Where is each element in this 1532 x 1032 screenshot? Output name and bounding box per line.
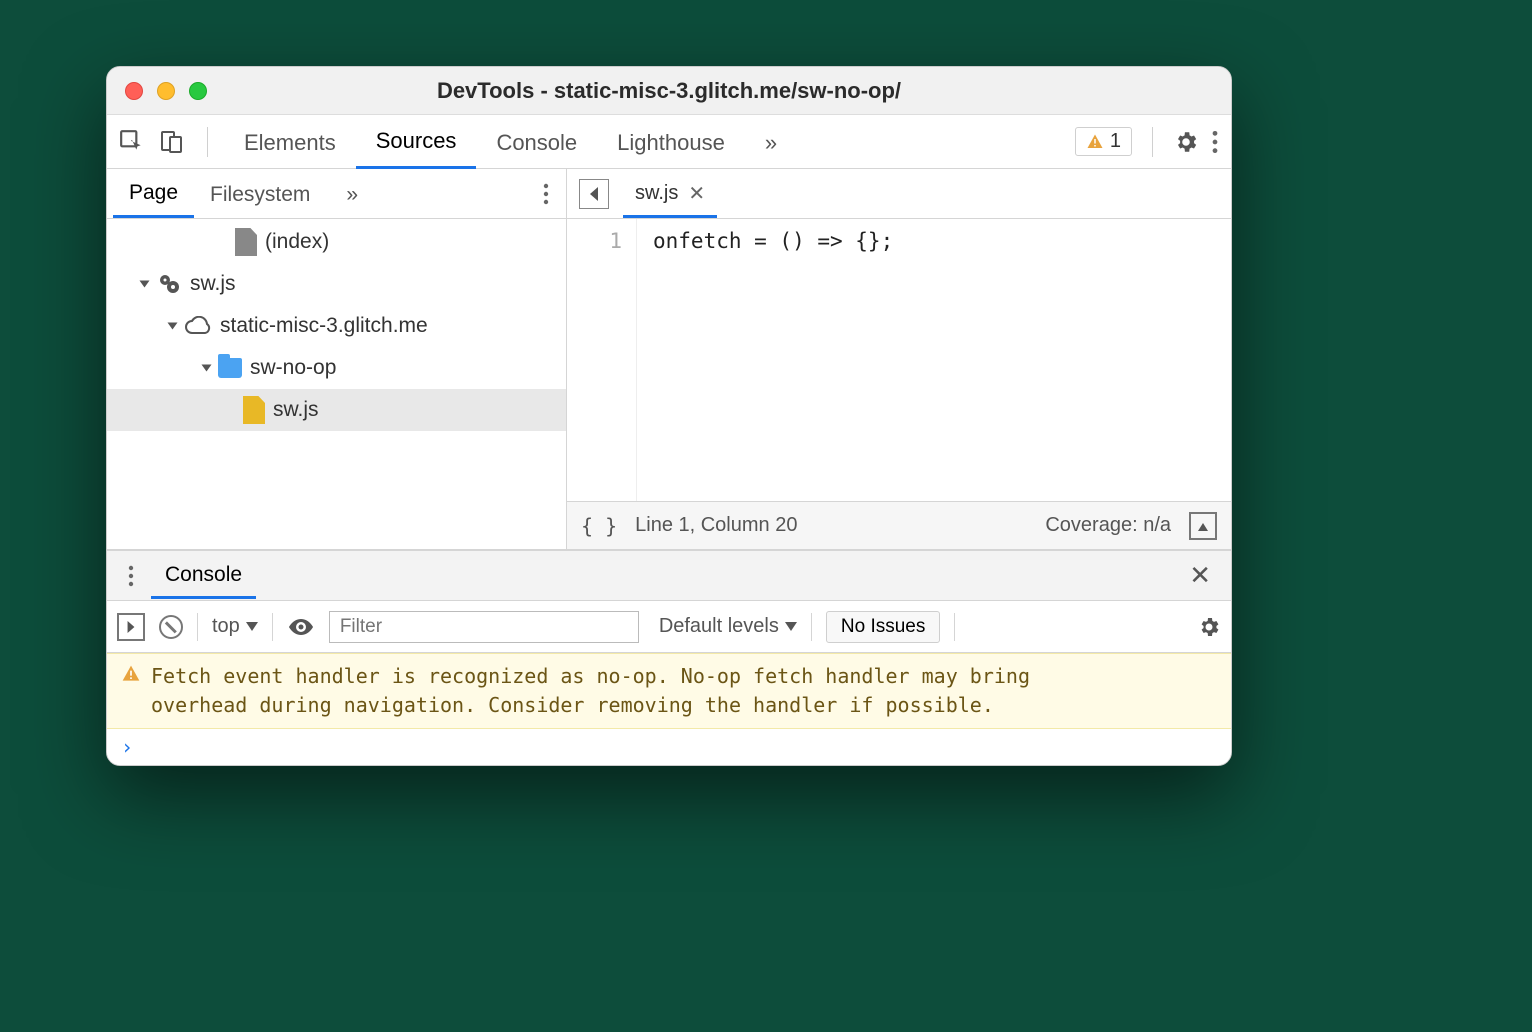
file-tab-swjs[interactable]: sw.js ✕ (623, 170, 717, 218)
drawer-tabs: Console ✕ (107, 551, 1231, 601)
devtools-window: DevTools - static-misc-3.glitch.me/sw-no… (106, 66, 1232, 766)
service-worker-icon (156, 272, 182, 296)
navigator-pane: Page Filesystem » (index) sw.js (107, 169, 567, 549)
file-tree: (index) sw.js static-misc-3.glitch.me (107, 219, 566, 549)
log-levels-selector[interactable]: Default levels (659, 615, 797, 638)
subtab-filesystem[interactable]: Filesystem (194, 171, 326, 217)
main-toolbar: Elements Sources Console Lighthouse » 1 (107, 115, 1231, 169)
sources-main: Page Filesystem » (index) sw.js (107, 169, 1231, 550)
live-expression-icon[interactable] (287, 617, 315, 637)
editor-file-tabs: sw.js ✕ (567, 169, 1231, 219)
close-drawer-icon[interactable]: ✕ (1177, 560, 1223, 591)
warning-icon (121, 662, 141, 720)
window-title: DevTools - static-misc-3.glitch.me/sw-no… (107, 78, 1231, 104)
disclosure-icon (140, 281, 150, 288)
format-button[interactable]: { } (581, 514, 617, 538)
chevron-down-icon (246, 622, 258, 631)
code-editor[interactable]: 1 onfetch = () => {}; (567, 219, 1231, 501)
close-icon[interactable]: ✕ (688, 181, 705, 206)
coverage-status: Coverage: n/a (1045, 514, 1171, 537)
tree-item-index[interactable]: (index) (107, 221, 566, 263)
console-body: Fetch event handler is recognized as no-… (107, 653, 1231, 765)
tree-item-swjs[interactable]: sw.js (107, 389, 566, 431)
console-toolbar: top Default levels No Issues (107, 601, 1231, 653)
device-toolbar-icon[interactable] (159, 129, 185, 155)
drawer-more-icon[interactable] (115, 564, 147, 588)
separator-icon (811, 613, 812, 641)
navigator-more-icon[interactable] (532, 182, 560, 206)
line-gutter: 1 (567, 219, 637, 501)
console-settings-gear-icon[interactable] (1197, 615, 1221, 639)
subtabs-overflow[interactable]: » (330, 171, 374, 217)
settings-gear-icon[interactable] (1173, 129, 1199, 155)
more-menu-icon[interactable] (1211, 129, 1219, 155)
panel-tabs: Elements Sources Console Lighthouse » (224, 114, 797, 169)
chevron-down-icon (785, 622, 797, 631)
warnings-count: 1 (1110, 130, 1121, 153)
cursor-position: Line 1, Column 20 (635, 514, 797, 537)
tree-item-domain[interactable]: static-misc-3.glitch.me (107, 305, 566, 347)
tree-item-folder[interactable]: sw-no-op (107, 347, 566, 389)
folder-icon (218, 358, 242, 378)
console-prompt[interactable]: › (107, 729, 1231, 765)
toggle-debugger-button[interactable] (1189, 512, 1217, 540)
separator-icon (1152, 127, 1153, 157)
warning-icon (1086, 133, 1104, 151)
console-warning-row[interactable]: Fetch event handler is recognized as no-… (107, 653, 1231, 729)
tab-sources[interactable]: Sources (356, 114, 477, 169)
file-icon (235, 228, 257, 256)
disclosure-icon (168, 323, 178, 330)
tree-item-sw-root[interactable]: sw.js (107, 263, 566, 305)
cloud-icon (184, 316, 212, 336)
tabs-overflow[interactable]: » (745, 116, 797, 168)
js-file-icon (243, 396, 265, 424)
code-area[interactable]: onfetch = () => {}; (637, 219, 893, 501)
nav-back-button[interactable] (579, 179, 609, 209)
issues-button[interactable]: No Issues (826, 611, 940, 643)
editor-pane: sw.js ✕ 1 onfetch = () => {}; { } Line 1… (567, 169, 1231, 549)
clear-console-icon[interactable] (159, 615, 183, 639)
context-selector[interactable]: top (212, 615, 258, 638)
disclosure-icon (202, 365, 212, 372)
subtab-page[interactable]: Page (113, 169, 194, 218)
navigator-subtabs: Page Filesystem » (107, 169, 566, 219)
console-drawer: Console ✕ top Default levels No Iss (107, 550, 1231, 765)
tab-console[interactable]: Console (476, 116, 597, 168)
filter-input[interactable] (329, 611, 639, 643)
drawer-tab-console[interactable]: Console (151, 552, 256, 599)
separator-icon (197, 613, 198, 641)
separator-icon (954, 613, 955, 641)
warning-text: Fetch event handler is recognized as no-… (151, 662, 1111, 720)
inspect-element-icon[interactable] (119, 129, 145, 155)
tab-elements[interactable]: Elements (224, 116, 356, 168)
titlebar: DevTools - static-misc-3.glitch.me/sw-no… (107, 67, 1231, 115)
separator-icon (207, 127, 208, 157)
tab-lighthouse[interactable]: Lighthouse (597, 116, 745, 168)
separator-icon (272, 613, 273, 641)
editor-statusbar: { } Line 1, Column 20 Coverage: n/a (567, 501, 1231, 549)
toggle-sidebar-button[interactable] (117, 613, 145, 641)
warnings-badge[interactable]: 1 (1075, 127, 1132, 156)
